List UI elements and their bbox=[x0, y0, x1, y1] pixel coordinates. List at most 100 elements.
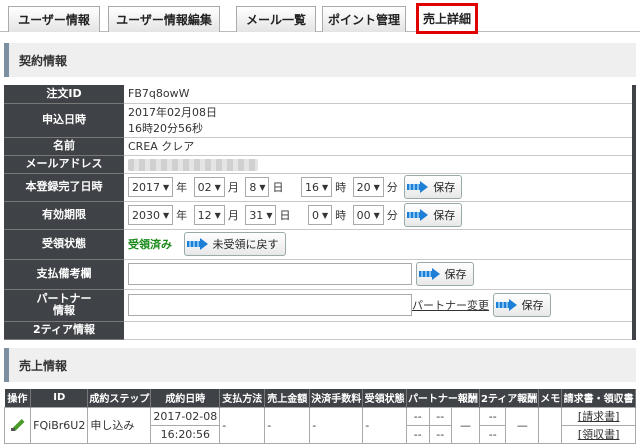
row-time: 16:20:56 bbox=[150, 424, 221, 444]
email-row: メールアドレス bbox=[4, 155, 636, 174]
tab-bar: ユーザー情報 ユーザー情報編集 メール一覧 ポイント管理 売上詳細 bbox=[0, 0, 640, 34]
exp-hour-select[interactable]: 0 ▼ bbox=[307, 205, 333, 225]
registration-label: 本登録完了日時 bbox=[4, 173, 124, 202]
col-partner-reward: パートナー報酬 bbox=[406, 389, 480, 407]
invoice-link[interactable]: [請求書] bbox=[578, 410, 620, 423]
expiry-value: 2030 ▼ 年 12 ▼ 月 31 ▼ 日 0 ▼ 時 00 ▼ 分 保存 bbox=[124, 201, 636, 230]
exp-minute-unit: 分 bbox=[386, 209, 398, 222]
tab-user-info[interactable]: ユーザー情報 bbox=[8, 6, 100, 32]
row-id: FQiBr6U2 bbox=[30, 406, 89, 444]
payment-note-row: 支払備考欄 保存 bbox=[4, 259, 636, 290]
partner-change-link[interactable]: パートナー変更 bbox=[412, 299, 489, 312]
chevron-down-icon: ▼ bbox=[266, 210, 273, 220]
reg-hour-select[interactable]: 16 ▼ bbox=[300, 177, 333, 197]
email-redacted bbox=[128, 158, 258, 171]
chevron-down-icon: ▼ bbox=[373, 210, 380, 220]
arrow-right-icon bbox=[186, 238, 209, 250]
reg-year-select[interactable]: 2017 ▼ bbox=[128, 177, 174, 197]
exp-year-unit: 年 bbox=[176, 209, 188, 222]
order-id-value: FB7q8owW bbox=[124, 85, 636, 104]
tab-sales-detail[interactable]: 売上詳細 bbox=[416, 3, 478, 34]
applied-label: 申込日時 bbox=[4, 103, 124, 138]
reg-save-button[interactable]: 保存 bbox=[404, 175, 463, 199]
sales-header-row: 操作 ID 成約ステップ 成約日時 支払方法 売上金額 決済手数料 受領状態 パ… bbox=[4, 389, 636, 407]
col-operation: 操作 bbox=[4, 389, 32, 407]
partner-save-label: 保存 bbox=[521, 299, 544, 312]
row-partner-d: -- bbox=[428, 424, 453, 444]
exp-day-select[interactable]: 31 ▼ bbox=[245, 205, 277, 225]
reg-minute-select[interactable]: 20 ▼ bbox=[352, 177, 384, 197]
receipt-value: 受領済み 未受領に戻す bbox=[124, 229, 636, 260]
row-tier2-b: -- bbox=[478, 424, 507, 444]
payment-note-input[interactable] bbox=[128, 263, 412, 285]
reg-month-unit: 月 bbox=[227, 181, 239, 194]
reg-day-value: 8 bbox=[249, 180, 257, 194]
contract-table: 注文ID FB7q8owW 申込日時 2017年02月08日 16時20分56秒… bbox=[4, 85, 636, 340]
col-invoice: 請求書・領収書 bbox=[561, 389, 636, 407]
applied-date: 2017年02月08日 bbox=[128, 106, 217, 119]
exp-day-value: 31 bbox=[249, 208, 264, 222]
exp-year-value: 2030 bbox=[132, 208, 160, 222]
row-date: 2017-02-08 bbox=[150, 406, 221, 426]
col-amount: 売上金額 bbox=[264, 389, 311, 407]
col-id: ID bbox=[30, 389, 89, 407]
revert-unreceived-button[interactable]: 未受領に戻す bbox=[183, 232, 286, 256]
payment-note-save-button[interactable]: 保存 bbox=[415, 262, 474, 286]
exp-month-value: 12 bbox=[197, 208, 212, 222]
edit-cell bbox=[3, 406, 32, 444]
exp-year-select[interactable]: 2030 ▼ bbox=[128, 205, 174, 225]
col-fee: 決済手数料 bbox=[309, 389, 364, 407]
exp-day-unit: 日 bbox=[279, 209, 291, 222]
row-memo bbox=[538, 406, 563, 444]
reg-day-select[interactable]: 8 ▼ bbox=[245, 177, 270, 197]
row-step: 申し込み bbox=[87, 406, 152, 444]
row-amount: - bbox=[264, 406, 311, 444]
row-partner-a: -- bbox=[405, 406, 430, 426]
row-partner-c: -- bbox=[405, 424, 430, 444]
row-invoice: [請求書] bbox=[561, 406, 636, 426]
chevron-down-icon: ▼ bbox=[214, 182, 221, 192]
tab-user-edit[interactable]: ユーザー情報編集 bbox=[108, 6, 220, 32]
tab-mail-list[interactable]: メール一覧 bbox=[236, 6, 316, 32]
receipt-link[interactable]: [領収書] bbox=[578, 428, 620, 441]
order-id-row: 注文ID FB7q8owW bbox=[4, 85, 636, 104]
expiry-row: 有効期限 2030 ▼ 年 12 ▼ 月 31 ▼ 日 0 ▼ 時 00 ▼ 分 保存 bbox=[4, 201, 636, 230]
sales-table: 操作 ID 成約ステップ 成約日時 支払方法 売上金額 決済手数料 受領状態 パ… bbox=[3, 389, 636, 444]
receipt-label: 受領状態 bbox=[4, 229, 124, 260]
exp-minute-select[interactable]: 00 ▼ bbox=[352, 205, 384, 225]
chevron-down-icon: ▼ bbox=[163, 182, 170, 192]
exp-hour-unit: 時 bbox=[335, 209, 347, 222]
receipt-status: 受領済み bbox=[128, 238, 172, 251]
chevron-down-icon: ▼ bbox=[321, 182, 329, 192]
sales-section-title-text: 売上情報 bbox=[19, 358, 68, 373]
partner-input[interactable] bbox=[128, 294, 412, 316]
chevron-down-icon: ▼ bbox=[214, 210, 221, 220]
reg-month-select[interactable]: 02 ▼ bbox=[193, 177, 225, 197]
payment-note-save-label: 保存 bbox=[444, 268, 467, 281]
partner-save-button[interactable]: 保存 bbox=[492, 293, 551, 317]
exp-hour-value: 0 bbox=[311, 208, 319, 222]
pencil-icon[interactable] bbox=[10, 418, 25, 432]
exp-save-button[interactable]: 保存 bbox=[404, 203, 463, 227]
applied-value: 2017年02月08日 16時20分56秒 bbox=[124, 103, 636, 138]
contract-section-title-text: 契約情報 bbox=[19, 53, 68, 68]
payment-note-value: 保存 bbox=[124, 259, 636, 290]
applied-time: 16時20分56秒 bbox=[128, 122, 203, 135]
registration-value: 2017 ▼ 年 02 ▼ 月 8 ▼ 日 16 ▼ 時 20 ▼ 分 保存 bbox=[124, 173, 636, 202]
reg-month-value: 02 bbox=[197, 180, 212, 194]
exp-month-unit: 月 bbox=[227, 209, 239, 222]
row-partner-b: -- bbox=[428, 406, 453, 426]
col-memo: メモ bbox=[538, 389, 563, 407]
partner-value: パートナー変更 保存 bbox=[124, 289, 636, 322]
tab-point-management[interactable]: ポイント管理 bbox=[322, 6, 406, 32]
exp-month-select[interactable]: 12 ▼ bbox=[193, 205, 225, 225]
reg-hour-unit: 時 bbox=[335, 181, 347, 194]
exp-minute-value: 00 bbox=[356, 208, 371, 222]
reg-minute-value: 20 bbox=[356, 180, 371, 194]
arrow-right-icon bbox=[495, 299, 518, 311]
name-value: CREA クレア bbox=[124, 137, 636, 156]
row-tier2-a: -- bbox=[478, 406, 507, 426]
reg-minute-unit: 分 bbox=[386, 181, 398, 194]
contract-section-title: 契約情報 bbox=[4, 43, 636, 77]
chevron-down-icon: ▼ bbox=[321, 210, 329, 220]
